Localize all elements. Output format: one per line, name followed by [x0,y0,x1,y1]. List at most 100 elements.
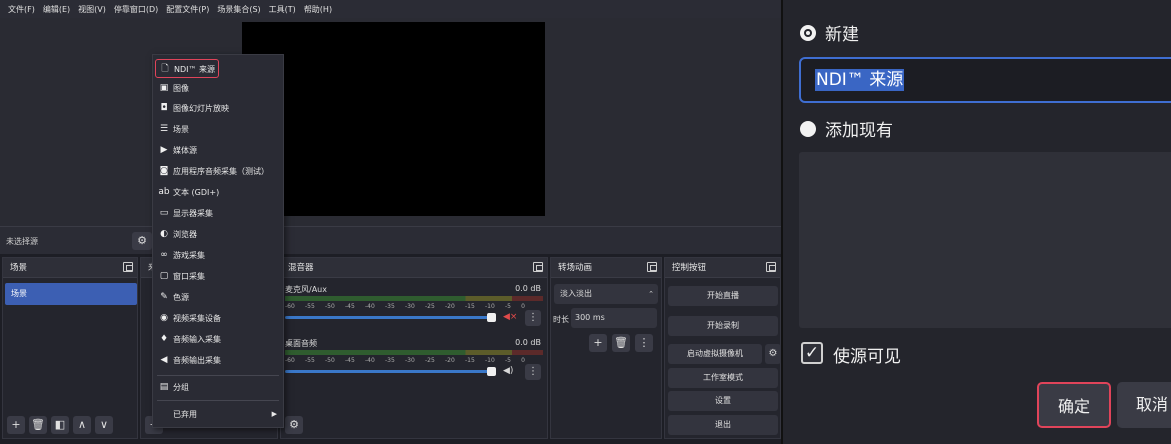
context-menu-item[interactable]: ◀ 音频输出采集 [155,351,281,370]
context-menu-item[interactable]: ◘ 图像幻灯片放映 [155,99,281,118]
context-menu-item[interactable]: ab 文本 (GDI+) [155,183,281,202]
context-menu-item-label: 音频输入采集 [173,335,221,344]
context-menu-item[interactable]: ✎ 色源 [155,288,281,307]
settings-button[interactable]: 设置 [668,391,778,411]
context-menu-item[interactable]: 🗋 NDI™ 来源 [155,59,219,78]
menu-separator [157,400,279,401]
source-name-input[interactable]: NDI™ 来源 [799,57,1171,103]
context-menu-item-label: 图像幻灯片放映 [173,104,229,113]
controls-title: 控制按钮 [672,263,707,273]
mixer-track: 桌面音频 0.0 dB -60 -55 -50 -45 -40 -35 -30 -25 -20 -… [281,338,547,390]
menu-item[interactable]: 场景集合(S) [213,4,264,15]
mixer-track: 麦克风/Aux 0.0 dB -60 -55 -50 -45 -40 -35 -30 -25 -… [281,284,547,336]
track-menu-kebab-icon[interactable]: ⋮ [525,310,541,326]
context-menu-item[interactable]: ♦ 音频输入采集 [155,330,281,349]
speaker-icon[interactable]: ◀) [503,366,513,376]
advanced-audio-gear-icon[interactable]: ⚙ [285,416,303,434]
add-existing-label: 添加现有 [825,121,893,141]
text-icon: ab [158,187,170,197]
transition-menu-kebab-icon[interactable]: ⋮ [635,334,653,352]
scene-list-item[interactable]: 场景 [5,283,137,305]
add-transition-plus-icon[interactable]: + [589,334,607,352]
make-visible-checkbox[interactable]: ✓ [801,342,823,364]
menu-item[interactable]: 编辑(E) [39,4,74,15]
remove-transition-trash-icon[interactable]: 🗑 [612,334,630,352]
add-source-context-menu: 🗋 NDI™ 来源 ▣ 图像 ◘ 图像幻灯片放映 ☰ 场景 ▶ 媒体源 ◙ 应用程序音频采集（测试） a… [152,54,284,428]
menu-item[interactable]: 文件(F) [4,4,39,15]
track-menu-kebab-icon[interactable]: ⋮ [525,364,541,380]
context-menu-item[interactable]: ∞ 游戏采集 [155,246,281,265]
exit-button[interactable]: 退出 [668,415,778,435]
mixer-toolbar: ⚙ [281,412,547,438]
track-name: 桌面音频 [285,339,317,348]
source-name-value: NDI™ 来源 [815,69,905,91]
folder-icon: ▤ [159,382,169,392]
move-down-chevron-icon[interactable]: ∨ [95,416,113,434]
brush-icon: ✎ [160,292,168,302]
context-menu-item[interactable]: ◙ 应用程序音频采集（测试） [155,162,281,181]
meter-scale: -60 -55 -50 -45 -40 -35 -30 -25 -20 -15 -10 -5 0 [285,303,525,313]
track-name: 麦克风/Aux [285,285,327,294]
start-recording-button[interactable]: 开始录制 [668,316,778,336]
float-dock-icon[interactable] [647,262,657,272]
scale-tick-label: -55 [305,303,315,310]
float-dock-icon[interactable] [533,262,543,272]
ok-button[interactable]: 确定 [1037,382,1111,428]
scale-tick-label: -30 [405,303,415,310]
make-visible-label: 使源可见 [833,347,901,367]
virtual-camera-gear-icon[interactable]: ⚙ [765,344,781,364]
studio-mode-button[interactable]: 工作室模式 [668,368,778,388]
submenu-arrow-icon: ▶ [271,410,277,418]
slideshow-icon: ◘ [160,103,168,113]
audio-mixer-dock: 混音器 麦克风/Aux 0.0 dB -60 -55 -50 -45 -40 -35 -30… [280,257,548,439]
volume-meter [285,296,543,301]
menu-item[interactable]: 帮助(H) [300,4,336,15]
context-menu-item-label: 场景 [173,125,189,134]
existing-sources-list[interactable] [799,152,1171,328]
menu-item[interactable]: 配置文件(P) [162,4,213,15]
cancel-button[interactable]: 取消 [1117,382,1171,428]
start-streaming-button[interactable]: 开始直播 [668,286,778,306]
source-toolbar: 未选择源 ⚙ [0,226,781,254]
volume-fader[interactable] [285,316,495,319]
context-menu-item-group[interactable]: ▤ 分组 [155,378,281,397]
float-dock-icon[interactable] [123,262,133,272]
context-menu-item[interactable]: ◐ 浏览器 [155,225,281,244]
add-existing-radio[interactable] [800,121,816,137]
preview-area [0,18,781,226]
context-menu-item-label: 文本 (GDI+) [173,188,220,197]
menu-item[interactable]: 工具(T) [265,4,300,15]
preview-canvas[interactable] [242,22,545,216]
remove-scene-trash-icon[interactable]: 🗑 [29,416,47,434]
scale-tick-label: -30 [405,357,415,364]
context-menu-item[interactable]: ◉ 视频采集设备 [155,309,281,328]
context-menu-item[interactable]: ▭ 显示器采集 [155,204,281,223]
context-menu-item[interactable]: ☰ 场景 [155,120,281,139]
add-scene-plus-icon[interactable]: + [7,416,25,434]
menu-item[interactable]: 停靠窗口(D) [110,4,162,15]
transition-select[interactable]: 淡入淡出 [554,284,658,304]
float-dock-icon[interactable] [766,262,776,272]
menu-item[interactable]: 视图(V) [74,4,110,15]
move-up-chevron-icon[interactable]: ∧ [73,416,91,434]
start-virtual-camera-button[interactable]: 启动虚拟摄像机 [668,344,762,364]
scene-filters-icon[interactable]: ◧ [51,416,69,434]
fader-handle[interactable] [487,367,496,376]
duration-label: 时长 [553,315,569,324]
volume-fader[interactable] [285,370,495,373]
duration-spinbox[interactable]: 300 ms [571,308,657,328]
source-properties-gear-icon[interactable]: ⚙ [132,232,152,250]
scale-tick-label: -45 [345,303,355,310]
meter-scale: -60 -55 -50 -45 -40 -35 -30 -25 -20 -15 -10 -5 0 [285,357,525,367]
scale-tick-label: -25 [425,303,435,310]
context-menu-item[interactable]: ▣ 图像 [155,79,281,98]
context-menu-item[interactable]: ▶ 媒体源 [155,141,281,160]
context-menu-item-deprecated[interactable]: 已弃用 ▶ [155,405,281,424]
muted-speaker-icon[interactable]: ◀× [503,312,517,322]
scale-tick-label: -35 [385,303,395,310]
camera-icon: ◉ [160,313,168,323]
fader-handle[interactable] [487,313,496,322]
scale-tick-label: -10 [485,357,495,364]
create-new-radio[interactable] [800,25,816,41]
context-menu-item[interactable]: ▢ 窗口采集 [155,267,281,286]
